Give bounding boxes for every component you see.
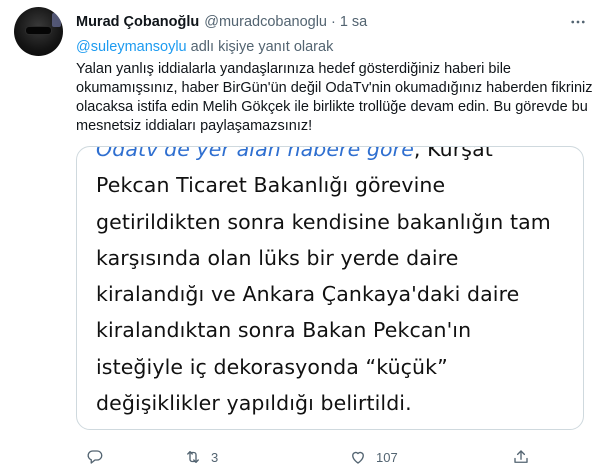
- avatar[interactable]: [14, 7, 63, 56]
- image-line-0: Odatv'de yer alan habere göre, Kurşat: [96, 146, 576, 167]
- image-text: Odatv'de yer alan habere göre, Kurşat Pe…: [96, 146, 576, 421]
- tweet-text: Yalan yanlış iddialarla yandaşlarınıza h…: [76, 61, 593, 134]
- tweet-actions: 3 107: [76, 446, 586, 468]
- image-line-5: kiralandıktan sonra Bakan Pekcan'ın: [96, 318, 472, 343]
- author-name[interactable]: Murad Çobanoğlu: [76, 14, 199, 30]
- reply-button[interactable]: [86, 446, 113, 468]
- tweet-header: Murad Çobanoğlu @muradcobanoglu · 1 sa: [76, 12, 367, 32]
- image-line-1: Pekcan Ticaret Bakanlığı görevine: [96, 173, 446, 198]
- retweet-button[interactable]: 3: [184, 446, 218, 468]
- author-handle[interactable]: @muradcobanoglu: [204, 14, 327, 30]
- retweet-icon: [187, 451, 199, 463]
- reply-mention-link[interactable]: @suleymansoylu: [76, 39, 187, 55]
- timestamp[interactable]: 1 sa: [340, 14, 367, 30]
- share-button[interactable]: [512, 446, 530, 468]
- avatar-background: [52, 13, 61, 27]
- image-line-6: isteğiyle iç dekorasyonda “küçük”: [96, 354, 448, 379]
- avatar-sunglasses: [26, 27, 51, 34]
- image-link-text: Odatv'de yer alan habere göre: [96, 146, 414, 161]
- like-button[interactable]: 107: [349, 446, 398, 468]
- separator-dot: ·: [331, 14, 336, 30]
- retweet-count: 3: [211, 449, 219, 465]
- heart-icon: [352, 451, 364, 464]
- tweet[interactable]: Murad Çobanoğlu @muradcobanoglu · 1 sa @…: [0, 0, 601, 472]
- reply-icon: [87, 450, 103, 464]
- like-count: 107: [376, 449, 398, 465]
- image-line-2: getirildikten sonra kendisine bakanlığın…: [96, 209, 551, 234]
- tweet-image[interactable]: Odatv'de yer alan habere göre, Kurşat Pe…: [76, 146, 584, 430]
- reply-context-label: adlı kişiye yanıt olarak: [186, 39, 334, 55]
- image-line-3: karşısında olan lüks bir yerde daire: [96, 245, 459, 270]
- image-line-7: değişiklikler yapıldığı belirtildi.: [96, 391, 412, 416]
- share-icon: [514, 450, 528, 463]
- image-line-4: kiralandığı ve Ankara Çankaya'daki daire: [96, 282, 520, 307]
- more-options-button[interactable]: [566, 11, 590, 33]
- more-horizontal-icon: [571, 20, 585, 24]
- reply-context: @suleymansoylu adlı kişiye yanıt olarak: [76, 39, 333, 55]
